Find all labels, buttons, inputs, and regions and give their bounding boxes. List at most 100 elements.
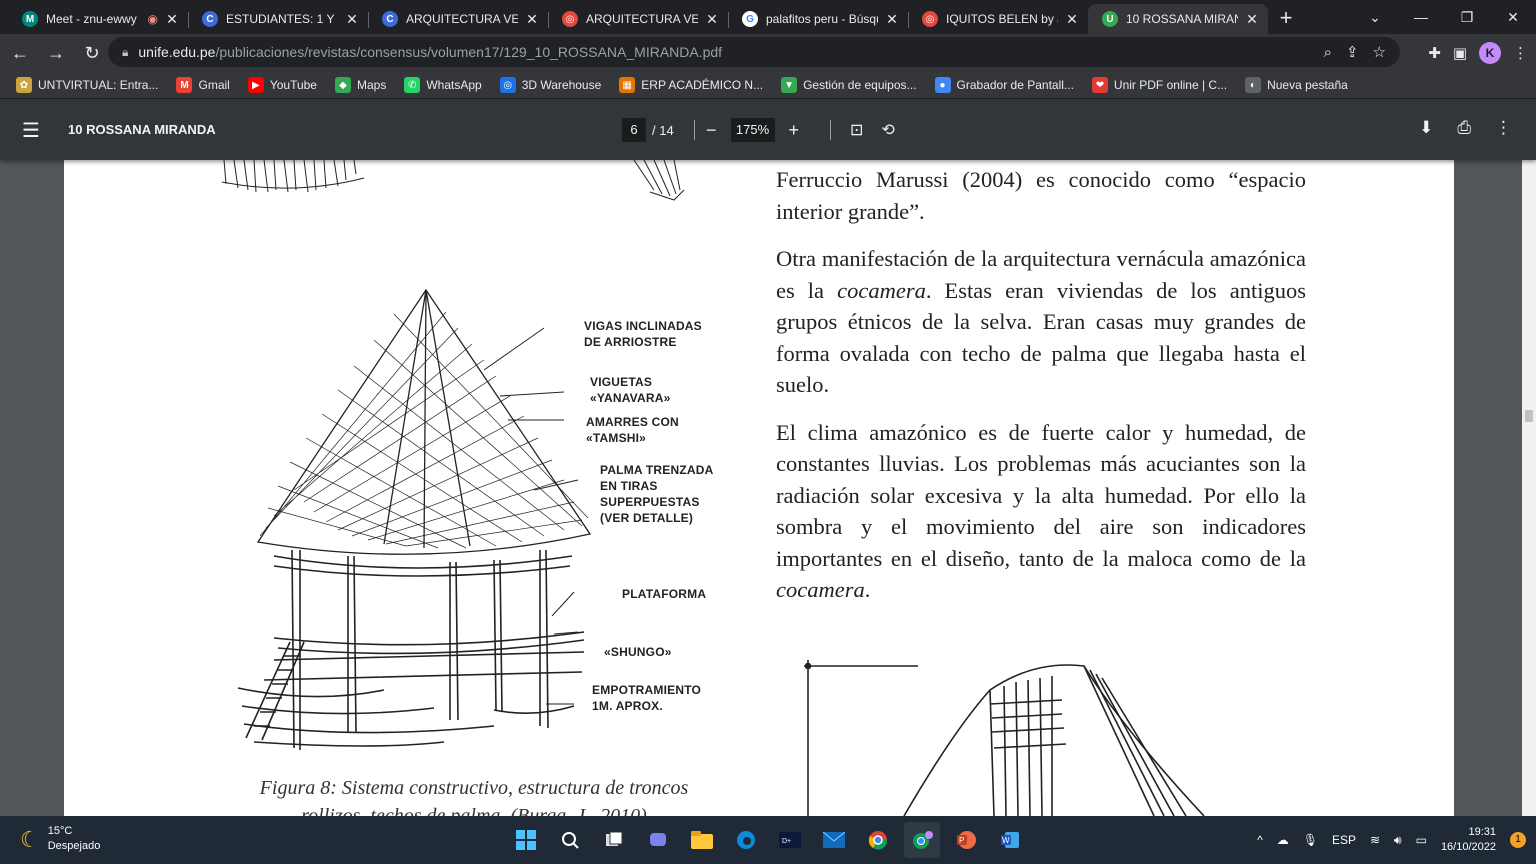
omnibox-actions: ⌕ ⇪ ☆ (1324, 37, 1386, 67)
edge-icon[interactable] (728, 822, 764, 858)
lock-icon[interactable]: 🔒︎ (122, 45, 128, 60)
microphone-icon[interactable]: 🎙︎ (1303, 833, 1318, 847)
browser-tab[interactable]: C ESTUDIANTES: 1 Y 2 U ✕ (188, 4, 368, 34)
browser-tab[interactable]: ◎ IQUITOS BELEN by arc ✕ (908, 4, 1088, 34)
body-paragraph: Otra manifestación de la arquitectura ve… (776, 246, 1306, 397)
close-tab-icon[interactable]: ✕ (1064, 11, 1080, 27)
close-tab-icon[interactable]: ✕ (344, 11, 360, 27)
bookmark-item[interactable]: ❤ Unir PDF online | C... (1091, 77, 1227, 93)
scrollbar-thumb[interactable] (1525, 410, 1533, 422)
zoom-icon[interactable]: ⌕ (1324, 44, 1332, 61)
page-number-input[interactable]: 6 (622, 118, 646, 142)
pdf-menu-icon[interactable]: ☰ (22, 118, 40, 143)
fit-page-icon[interactable]: ⊡ (850, 120, 863, 140)
side-panel-icon[interactable]: ▣ (1453, 44, 1467, 62)
browser-tab[interactable]: C ARQUITECTURA VERN ✕ (368, 4, 548, 34)
chat-icon[interactable] (640, 822, 676, 858)
weather-widget[interactable]: ☾ 15°C Despejado (20, 824, 100, 854)
disney-plus-icon[interactable]: D+ (772, 822, 808, 858)
zoom-in-icon[interactable]: + (789, 120, 800, 141)
tab-title: Meet - znu-ewwy (46, 12, 137, 26)
close-tab-icon[interactable]: ✕ (1244, 11, 1260, 27)
extensions-puzzle-icon[interactable]: ✚ (1428, 44, 1441, 62)
bookmark-item[interactable]: ◐ Nueva pestaña (1245, 77, 1348, 93)
bookmark-item[interactable]: ▦ ERP ACADÉMICO N... (619, 77, 763, 93)
profile-avatar[interactable]: K (1479, 42, 1501, 64)
new-tab-button[interactable]: + (1268, 4, 1304, 34)
temperature: 15°C (47, 825, 73, 837)
file-explorer-icon[interactable] (684, 822, 720, 858)
reload-icon[interactable]: ↻ (76, 37, 108, 69)
body-paragraph: El clima amazónico es de fuerte calor y … (776, 419, 1306, 603)
word-icon[interactable]: W (992, 822, 1028, 858)
bookmark-item[interactable]: ✆ WhatsApp (404, 77, 482, 93)
rotate-icon[interactable]: ⟲ (881, 120, 894, 140)
notification-badge[interactable]: 1 (1510, 832, 1526, 848)
onedrive-cloud-icon[interactable]: ☁ (1277, 833, 1289, 847)
wifi-icon[interactable]: ≋ (1370, 833, 1380, 847)
bookmark-item[interactable]: ◎ 3D Warehouse (499, 77, 601, 93)
close-tab-icon[interactable]: ✕ (884, 11, 900, 27)
volume-icon[interactable]: 🔊︎ (1394, 833, 1402, 848)
browser-menu-icon[interactable]: ⋮ (1513, 44, 1528, 62)
tab-search-icon[interactable]: ⌄ (1352, 9, 1398, 26)
close-tab-icon[interactable]: ✕ (524, 11, 540, 27)
share-icon[interactable]: ⇪ (1346, 43, 1359, 61)
globe-icon: ◐ (1245, 77, 1262, 93)
close-window-icon[interactable]: ✕ (1490, 9, 1536, 26)
zoom-controls: − 175% + (706, 118, 799, 142)
figure-label: «SHUNGO» (604, 645, 672, 659)
print-icon[interactable]: ⎙ (1457, 118, 1471, 138)
browser-tab[interactable]: Gpalafitos peru - Búsqu ✕ (728, 4, 908, 34)
clock[interactable]: 19:31 16/10/2022 (1441, 825, 1496, 855)
windows-start-icon[interactable] (508, 822, 544, 858)
chrome-icon[interactable] (860, 822, 896, 858)
battery-icon[interactable]: ▭ (1416, 833, 1427, 847)
bookmark-label: Maps (356, 78, 387, 92)
figure-label: PALMA TRENZADA EN TIRAS SUPERPUESTAS (VE… (600, 463, 714, 525)
task-view-icon[interactable] (596, 822, 632, 858)
bookmark-item[interactable]: ● Grabador de Pantall... (934, 77, 1074, 93)
address-bar[interactable]: 🔒︎ unife.edu.pe/publicaciones/revistas/c… (108, 37, 1400, 67)
bookmark-item[interactable]: ✿ UNTVIRTUAL: Entra... (16, 77, 158, 93)
figure-label: EMPOTRAMIENTO 1M. APROX. (592, 683, 702, 713)
url-host: unife.edu.pe (138, 44, 216, 60)
zoom-out-icon[interactable]: − (706, 120, 717, 141)
chevron-up-icon[interactable]: ^ (1257, 833, 1263, 847)
warehouse-icon: ◎ (499, 77, 516, 93)
zoom-input[interactable]: 175% (730, 118, 775, 142)
tab-strip: M Meet - znu-ewwy ◉ ✕ C ESTUDIANTES: 1 Y 2 U ✕… (0, 0, 1536, 34)
italic-term: cocamera (776, 577, 865, 602)
figure-label: VIGAS INCLINADAS DE ARRIOSTRE (584, 319, 702, 349)
minimize-icon[interactable]: — (1398, 9, 1444, 25)
pdf-viewer[interactable]: VIGAS INCLINADAS DE ARRIOSTRE VIGUETAS «Y… (0, 160, 1536, 816)
bookmark-item[interactable]: ◆ Maps (334, 77, 387, 93)
download-icon[interactable]: ⬇ (1419, 118, 1433, 138)
more-options-icon[interactable]: ⋮ (1495, 118, 1512, 138)
tab-title: ARQUITECTURA VERN (586, 12, 698, 26)
browser-tab[interactable]: ◎ ARQUITECTURA VERN ✕ (548, 4, 728, 34)
mail-icon[interactable] (816, 822, 852, 858)
bookmark-star-icon[interactable]: ☆ (1373, 43, 1386, 61)
close-tab-icon[interactable]: ✕ (164, 11, 180, 27)
vertical-scrollbar[interactable] (1522, 160, 1536, 816)
url-path: /publicaciones/revistas/consensus/volume… (215, 44, 723, 60)
close-tab-icon[interactable]: ✕ (704, 11, 720, 27)
bookmark-item[interactable]: ▶ YouTube (247, 77, 317, 93)
powerpoint-icon[interactable]: P (948, 822, 984, 858)
figure-label: AMARRES CON «TAMSHI» (586, 415, 679, 445)
maximize-icon[interactable]: ❐ (1444, 9, 1490, 26)
bookmark-item[interactable]: ▼ Gestión de equipos... (781, 77, 917, 93)
back-icon[interactable]: ← (4, 37, 36, 69)
browser-tab[interactable]: M Meet - znu-ewwy ◉ ✕ (8, 4, 188, 34)
recorder-icon: ● (934, 77, 951, 93)
language-indicator[interactable]: ESP (1332, 833, 1356, 847)
bookmark-item[interactable]: M Gmail (176, 77, 230, 93)
forward-icon[interactable]: → (40, 37, 72, 69)
search-icon[interactable] (552, 822, 588, 858)
chrome-profile-icon[interactable] (904, 822, 940, 858)
bookmark-label: WhatsApp (426, 78, 482, 92)
bookmark-label: Nueva pestaña (1267, 78, 1348, 92)
bookmarks-bar: ✿ UNTVIRTUAL: Entra... M Gmail ▶ YouTube ◆ Maps… (0, 72, 1536, 99)
browser-tab[interactable]: U 10 ROSSANA MIRANE ✕ (1088, 4, 1268, 34)
